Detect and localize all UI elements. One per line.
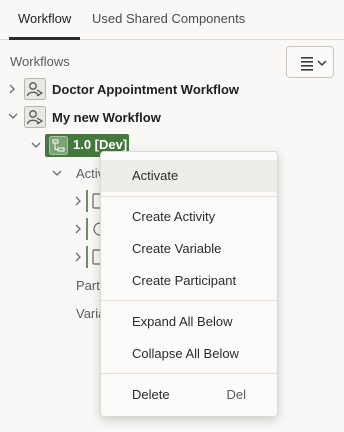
tree-actions-menu-button[interactable] — [286, 46, 334, 78]
activity-node-marker — [86, 190, 88, 212]
menu-item-create-activity[interactable]: Create Activity — [101, 201, 277, 233]
version-label: 1.0 [Dev] — [73, 137, 128, 152]
chevron-down-icon — [317, 60, 327, 67]
menu-separator — [101, 373, 277, 374]
chevron-down-icon[interactable] — [6, 110, 20, 122]
tree-item-participants[interactable]: Parti — [76, 278, 103, 293]
workflow-person-icon — [24, 78, 46, 100]
menu-separator — [101, 300, 277, 301]
tab-used-shared-components[interactable]: Used Shared Components — [92, 0, 245, 40]
workflow-person-icon — [24, 106, 46, 128]
tab-bar: Workflow Used Shared Components — [0, 0, 344, 40]
menu-item-delete-shortcut: Del — [226, 387, 246, 402]
workflows-heading: Workflows — [10, 54, 70, 69]
menu-item-create-variable[interactable]: Create Variable — [101, 233, 277, 265]
chevron-right-icon[interactable] — [72, 250, 84, 264]
menu-item-collapse-all-below[interactable]: Collapse All Below — [101, 338, 277, 370]
menu-item-create-participant[interactable]: Create Participant — [101, 265, 277, 297]
menu-item-delete-label: Delete — [132, 387, 170, 402]
activity-node-marker — [86, 218, 88, 240]
activity-node-marker — [86, 246, 88, 268]
chevron-down-icon[interactable] — [29, 139, 43, 151]
menu-item-activate[interactable]: Activate — [101, 160, 277, 192]
context-menu: Activate Create Activity Create Variable… — [100, 151, 278, 417]
chevron-down-icon[interactable] — [50, 167, 64, 179]
chevron-right-icon[interactable] — [72, 194, 84, 208]
menu-item-expand-all-below[interactable]: Expand All Below — [101, 306, 277, 338]
tree-item-my-new-workflow[interactable]: My new Workflow — [52, 110, 161, 125]
chevron-right-icon[interactable] — [6, 82, 18, 96]
version-tree-icon — [49, 136, 68, 155]
menu-separator — [101, 196, 277, 197]
menu-item-delete[interactable]: Delete Del — [101, 379, 277, 411]
tab-workflow[interactable]: Workflow — [9, 0, 81, 40]
chevron-right-icon[interactable] — [72, 222, 84, 236]
tree-item-doctor-appointment-workflow[interactable]: Doctor Appointment Workflow — [52, 82, 239, 97]
